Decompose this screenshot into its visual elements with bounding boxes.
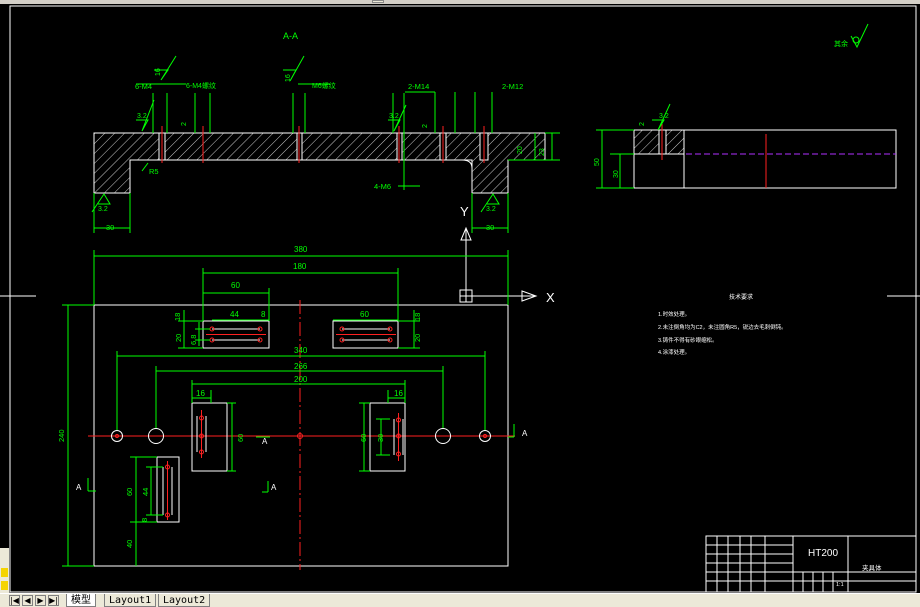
prev-tab-button[interactable]: ◀ [22,595,33,606]
ucs-y-label: Y [460,204,469,219]
side-dim-30: 30 [613,170,620,178]
chamfer-2-b: 2 [422,124,429,128]
tech-req-item-3: 3.铸件不得有砂眼缩松。 [658,336,718,344]
toolbar-icon[interactable] [1,568,8,577]
callout-6m4-thread: 6-M4螺纹 [186,81,216,90]
dim-380: 380 [294,245,308,254]
section-mark-a2: A [522,429,528,438]
next-tab-button[interactable]: ▶ [35,595,46,606]
side-finish-3.2: 3.2 [659,113,669,120]
roughness-corner-symbol: 其余 [834,23,869,49]
section-title: A-A [283,31,298,41]
dim-266: 266 [294,362,308,371]
tech-req-item-1: 1.时效处理。 [658,310,690,318]
dim-16-a: 16 [196,389,205,398]
callout-m6: M6螺纹 [312,81,336,90]
toolbar-icon[interactable] [1,581,8,590]
section-view: 6-M4 6-M4螺纹 M6螺纹 2-M14 2-M12 4-M6 R5 30 … [91,55,560,233]
dim-23: 23 [539,148,546,156]
chamfer-2-a: 2 [181,122,188,126]
side-chamfer-2: 2 [639,122,646,126]
dim-8-b: 8 [140,518,149,522]
ucs-icon [459,226,538,303]
dim-6.8: 6.8 [189,335,198,345]
callout-2m12: 2-M12 [502,82,523,91]
drawing-canvas[interactable]: A-A 其余 6-M4 6-M4螺纹 M6螺纹 2-M14 2-M12 4-M6… [0,4,920,593]
callout-4m6: 4-M6 [374,182,391,191]
callout-2m14: 2-M14 [408,82,429,91]
roughness-corner-label: 其余 [834,39,848,48]
dim-60-c: 60 [236,434,245,442]
dim-18-b: 18 [413,313,422,321]
dim-60-d: 60 [359,434,368,442]
finish-16-a: 16 [155,68,162,76]
top-view: 380 180 60 44 8 60 340 266 200 16 16 A A… [57,245,528,570]
side-dim-50: 50 [594,158,601,166]
title-block: HT200 夹具体 1:1 [705,535,917,593]
dim-340: 340 [294,346,308,355]
dim-240: 240 [57,429,66,442]
finish-3.2-a: 3.2 [137,113,147,120]
side-view: 50 30 3.2 2 [594,103,897,189]
finish-3.2-c: 3.2 [98,206,108,213]
layout-tab-bar: |◀ ◀ ▶ ▶| 模型 Layout1 Layout2 [0,593,920,607]
callout-6m4: 6-M4 [135,82,152,91]
tech-req-title: 技术要求 [729,293,753,301]
dim-8-a: 8 [261,310,266,319]
dim-20-b: 20 [413,334,422,342]
dim-20-a: 20 [174,334,183,342]
tech-req-item-4: 4.涂漆处理。 [658,348,690,356]
tech-req-item-2: 2.未注倒角均为C2，未注圆角R5，锐边去毛刺倒钝。 [658,323,787,331]
part-name-label: 夹具体 [862,563,882,572]
section-mark-a4: A [271,483,277,492]
section-mark-a3: A [262,437,268,446]
last-tab-button[interactable]: ▶| [48,595,59,606]
finish-16-b: 16 [285,74,292,82]
technical-requirements: 技术要求 1.时效处理。 2.未注倒角均为C2，未注圆角R5，锐边去毛刺倒钝。 … [658,293,787,356]
dim-180: 180 [293,262,307,271]
dim-60-right: 60 [360,310,369,319]
left-toolbar-edge[interactable] [0,548,10,594]
dim-right-30: 30 [486,223,494,232]
tab-layout2[interactable]: Layout2 [158,594,211,607]
finish-3.2-d: 3.2 [486,206,496,213]
section-mark-a1: A [76,483,82,492]
dim-44-b: 44 [141,488,150,496]
dim-20: 20 [517,146,524,154]
dim-18-a: 18 [173,313,182,321]
dim-40: 40 [125,540,134,548]
scrollbar-thumb[interactable] [372,0,384,3]
dim-left-30: 30 [106,223,114,232]
tab-layout1[interactable]: Layout1 [104,594,157,607]
material-label: HT200 [808,548,838,559]
dim-30: 30 [376,434,385,442]
dim-60-left: 60 [231,281,240,290]
first-tab-button[interactable]: |◀ [9,595,20,606]
tab-model[interactable]: 模型 [66,594,96,607]
dim-200: 200 [294,375,308,384]
dim-16-b: 16 [394,389,403,398]
callout-r5: R5 [149,167,159,176]
finish-3.2-b: 3.2 [389,113,399,120]
dim-60-e: 60 [125,488,134,496]
dim-44: 44 [230,310,239,319]
scale-label: 1:1 [836,582,844,588]
ucs-x-label: X [546,290,555,305]
